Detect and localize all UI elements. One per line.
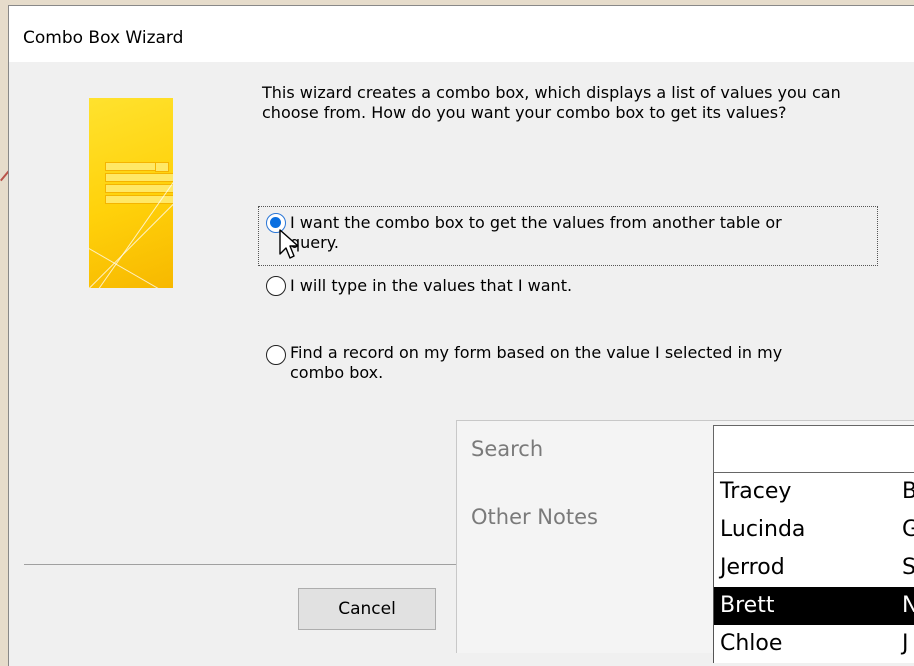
other-notes-label: Other Notes — [471, 505, 598, 529]
search-label: Search — [471, 437, 544, 461]
option-find-record-line1: Find a record on my form based on the va… — [290, 343, 783, 362]
title-bar[interactable]: Combo Box Wizard — [9, 6, 914, 62]
list-item[interactable]: Jerrod S — [714, 549, 914, 587]
dialog-title: Combo Box Wizard — [23, 28, 184, 48]
illustration-dropdown-arrow-icon — [155, 162, 169, 172]
cancel-button[interactable]: Cancel — [298, 588, 436, 630]
list-item-name: Lucinda — [720, 517, 806, 542]
option-table-query-line1: I want the combo box to get the values f… — [290, 213, 782, 232]
list-item-col2: B — [902, 479, 914, 504]
list-item-col2: G — [902, 517, 914, 542]
option-find-record-line2: combo box. — [290, 363, 384, 382]
list-item-col2: S — [902, 555, 914, 580]
list-item-name: Jerrod — [720, 555, 785, 580]
name-dropdown-list[interactable]: Tracey B Lucinda G Jerrod S Brett N Chlo… — [713, 473, 914, 663]
illustration-list-row — [105, 184, 173, 193]
radio-find-record[interactable] — [266, 345, 286, 365]
illustration-combo-field — [105, 162, 157, 171]
list-item[interactable]: Lucinda G — [714, 511, 914, 549]
illustration-list-row — [105, 173, 173, 182]
list-item[interactable]: Chloe J — [714, 625, 914, 663]
radio-type-values[interactable] — [266, 276, 286, 296]
wizard-illustration — [89, 98, 173, 288]
list-item-name: Chloe — [720, 631, 783, 656]
option-type-values-label: I will type in the values that I want. — [290, 276, 573, 295]
list-item-name: Brett — [720, 593, 775, 618]
list-item-name: Tracey — [720, 479, 792, 504]
list-item-col2: J — [902, 631, 909, 656]
mouse-pointer-icon — [279, 229, 299, 259]
search-form-overlay: Search Other Notes Tracey B Lucinda G Je… — [456, 420, 914, 663]
search-combo-input[interactable] — [713, 425, 914, 473]
list-item-selected[interactable]: Brett N — [714, 587, 914, 625]
wizard-intro-text: This wizard creates a combo box, which d… — [262, 83, 841, 122]
list-item[interactable]: Tracey B — [714, 473, 914, 511]
list-item-col2: N — [902, 593, 914, 618]
button-separator — [24, 564, 464, 565]
